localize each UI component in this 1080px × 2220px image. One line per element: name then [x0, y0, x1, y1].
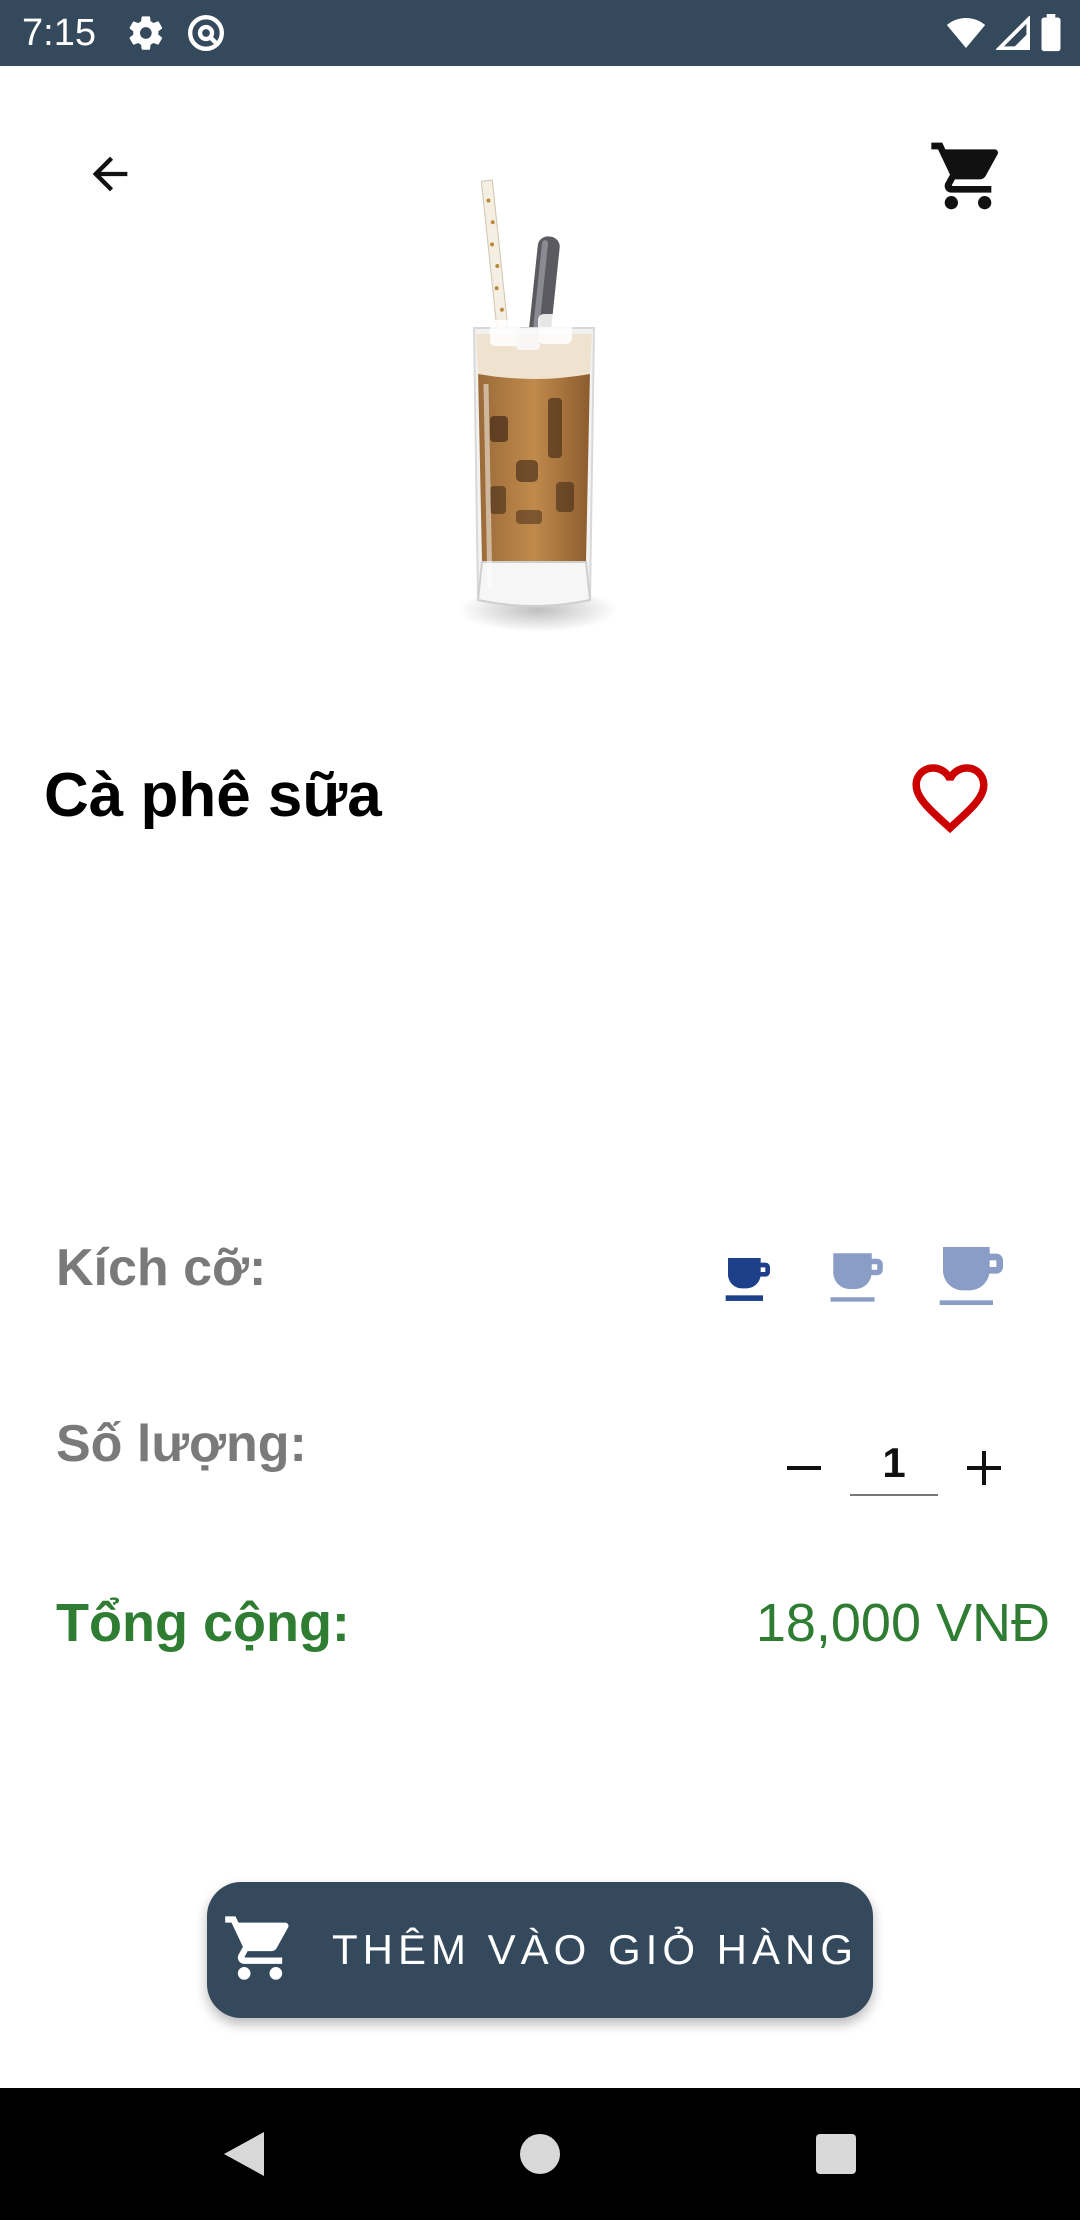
home-circle-icon [520, 2134, 560, 2174]
product-name: Cà phê sữa [44, 761, 382, 830]
cart-button[interactable] [920, 130, 1016, 226]
status-bar: 7:15 [0, 0, 1080, 66]
nav-recents-button[interactable] [802, 2120, 870, 2188]
size-label: Kích cỡ: [56, 1239, 267, 1297]
size-large-option[interactable] [930, 1236, 1016, 1322]
coffee-cup-medium-icon [825, 1245, 891, 1316]
cart-icon [222, 1910, 298, 1991]
quantity-increase-button[interactable] [960, 1436, 1008, 1500]
arrow-left-icon [84, 148, 136, 205]
nav-back-button[interactable] [210, 2120, 278, 2188]
navigation-bar [0, 2088, 1080, 2220]
size-medium-option[interactable] [822, 1244, 894, 1316]
add-to-cart-label: THÊM VÀO GIỎ HÀNG [331, 1926, 859, 1973]
signal-icon [996, 16, 1030, 50]
coffee-cup-small-icon [721, 1251, 777, 1312]
heart-outline-icon [905, 753, 995, 848]
plus-icon [967, 1451, 1001, 1485]
nav-home-button[interactable] [506, 2120, 574, 2188]
quantity-decrease-button[interactable] [780, 1436, 828, 1500]
coffee-cup-large-icon [933, 1237, 1013, 1322]
status-icons [946, 12, 1062, 54]
status-time: 7:15 [22, 12, 96, 54]
total-label: Tổng cộng: [56, 1593, 350, 1653]
size-small-option[interactable] [716, 1246, 782, 1312]
wifi-icon [946, 16, 986, 50]
quantity-input[interactable] [850, 1432, 938, 1496]
cart-icon [928, 136, 1008, 221]
add-to-cart-button[interactable]: THÊM VÀO GIỎ HÀNG [207, 1882, 873, 2018]
product-image [420, 170, 660, 640]
battery-icon [1040, 14, 1062, 52]
gear-icon [126, 13, 166, 53]
total-value: 18,000 VNĐ [755, 1593, 1050, 1653]
at-sign-icon [186, 13, 226, 53]
quantity-label: Số lượng: [56, 1415, 307, 1473]
recents-square-icon [816, 2134, 856, 2174]
minus-icon [787, 1466, 821, 1470]
back-triangle-icon [224, 2132, 264, 2176]
back-button[interactable] [70, 128, 150, 224]
favorite-button[interactable] [895, 750, 1005, 850]
